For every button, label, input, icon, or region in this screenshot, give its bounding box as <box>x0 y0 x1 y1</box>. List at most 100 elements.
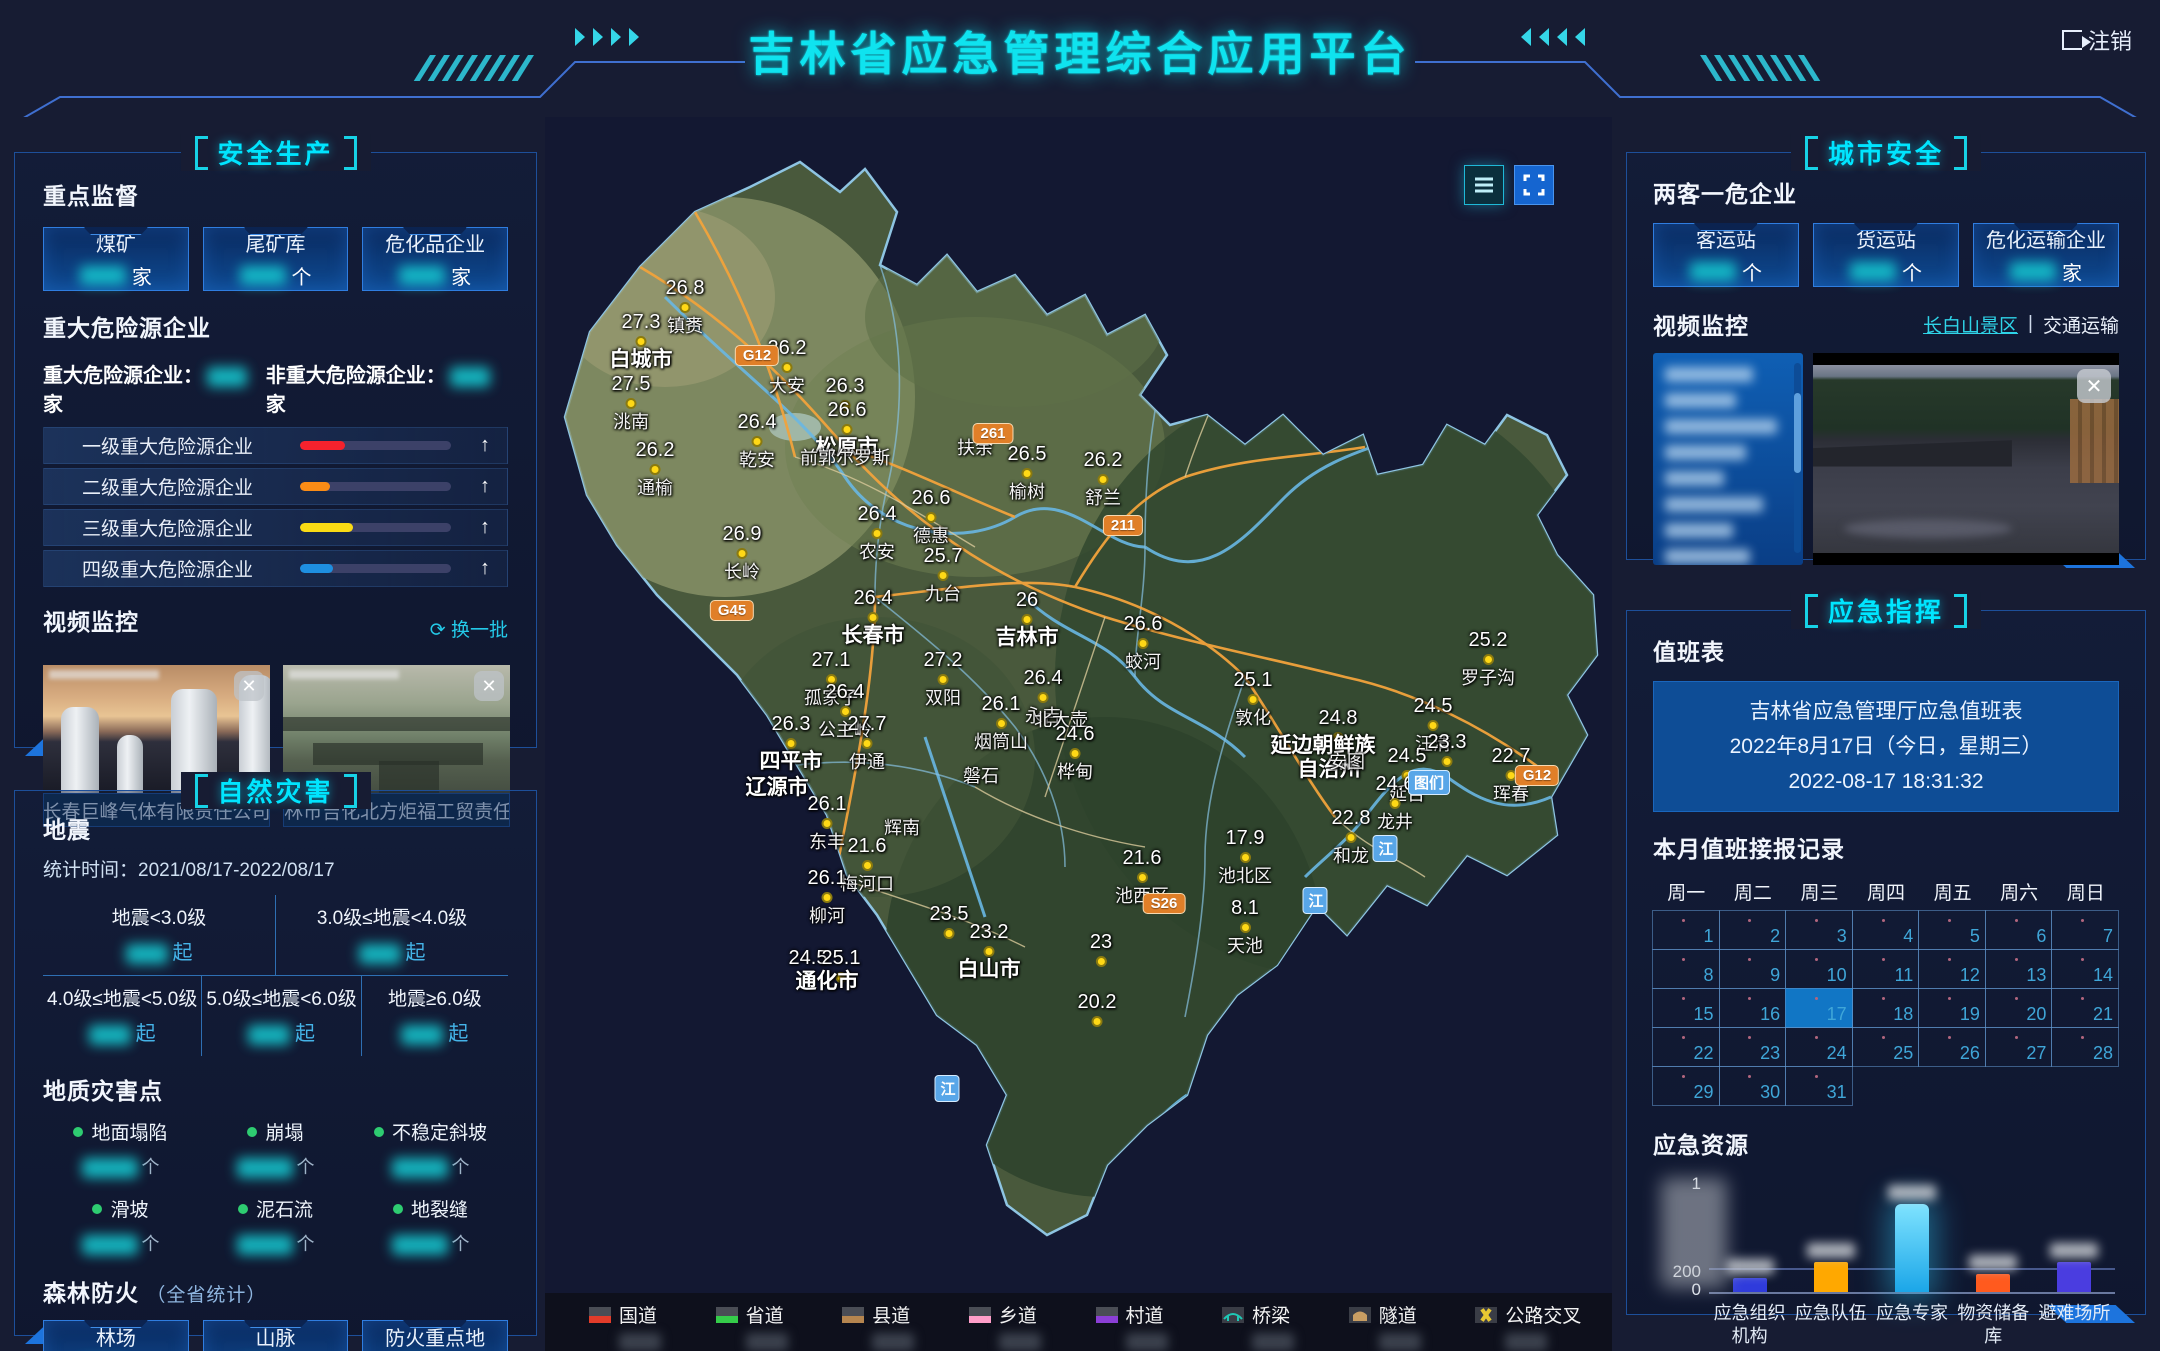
panel-natural-disaster: 自然灾害 地震 统计时间：2021/08/17-2022/08/17 地震<3.… <box>14 790 537 1336</box>
bracket-left <box>1805 594 1818 628</box>
calendar-day-number: 22 <box>1694 1043 1714 1064</box>
calendar-day-cell[interactable]: 15 <box>1652 988 1720 1028</box>
calendar-day-cell[interactable]: 6 <box>1985 910 2053 950</box>
enterprise-card[interactable]: 危化运输企业家 <box>1973 223 2119 287</box>
calendar-day-cell[interactable]: 26 <box>1918 1027 1986 1067</box>
censored-list-row <box>1665 549 1750 564</box>
calendar-day-cell[interactable]: 22 <box>1652 1027 1720 1067</box>
calendar-day-number: 13 <box>2026 965 2046 986</box>
calendar-day-cell[interactable]: 14 <box>2051 949 2119 989</box>
duty-schedule-box[interactable]: 吉林省应急管理厅应急值班表 2022年8月17日（今日，星期三） 2022-08… <box>1653 681 2119 812</box>
bridge-icon <box>1222 1307 1244 1323</box>
earthquake-unit: 起 <box>136 1023 156 1045</box>
hazard-counts: 重大危险源企业：家 非重大危险源企业：家 <box>43 359 508 417</box>
calendar-day-cell[interactable]: 10 <box>1785 949 1853 989</box>
censored-value <box>237 1158 293 1178</box>
refresh-batch-button[interactable]: ⟳ 换一批 <box>430 615 508 642</box>
geo-item-label: 地面塌陷 <box>91 1118 167 1145</box>
geo-item-head: 地裂缝 <box>353 1195 508 1222</box>
calendar-day-cell[interactable]: 24 <box>1785 1027 1853 1067</box>
earthquake-cell-value: 起 <box>366 1017 504 1046</box>
censored-axis-block <box>1661 1178 1727 1288</box>
calendar-day-cell[interactable]: 18 <box>1852 988 1920 1028</box>
road-badge: S26 <box>1143 893 1186 914</box>
province-map[interactable]: 26.8镇赉27.3白城市27.5洮南26.2大安26.326.6松原市前郭尔罗… <box>545 117 1612 1351</box>
earthquake-cell-label: 4.0级≤地震<5.0级 <box>47 984 197 1011</box>
map-layers-button[interactable] <box>1464 165 1504 205</box>
enterprise-card[interactable]: 客运站个 <box>1653 223 1799 287</box>
legend-item-head: 隧道 <box>1349 1301 1476 1328</box>
fullscreen-icon <box>1523 174 1545 196</box>
calendar-day-cell[interactable]: 30 <box>1719 1066 1787 1106</box>
calendar-day-cell[interactable]: 12 <box>1918 949 1986 989</box>
calendar-day-cell[interactable]: 5 <box>1918 910 1986 950</box>
calendar-day-cell[interactable]: 29 <box>1652 1066 1720 1106</box>
cross-icon <box>1475 1307 1497 1323</box>
duty-line-1: 吉林省应急管理厅应急值班表 <box>1664 694 2108 729</box>
forest-card[interactable]: 防火重点地处 <box>362 1320 508 1351</box>
link-transport[interactable]: 交通运输 <box>2043 311 2119 338</box>
calendar-day-cell[interactable]: 7 <box>2051 910 2119 950</box>
calendar-day-cell[interactable]: 1 <box>1652 910 1720 950</box>
calendar-day-cell[interactable]: 17 <box>1785 988 1853 1028</box>
link-changbaishan[interactable]: 长白山景区 <box>1923 311 2018 338</box>
calendar-day-cell[interactable]: 3 <box>1785 910 1853 950</box>
calendar-day-cell[interactable]: 21 <box>2051 988 2119 1028</box>
earthquake-cell: 3.0级≤地震<4.0级起 <box>275 895 508 975</box>
forest-card[interactable]: 林场处 <box>43 1320 189 1351</box>
calendar-day-cell[interactable]: 16 <box>1719 988 1787 1028</box>
weekday-label: 周二 <box>1720 878 1787 905</box>
forest-card[interactable]: 山脉处 <box>203 1320 349 1351</box>
close-icon[interactable]: ✕ <box>2077 369 2111 403</box>
calendar-day-cell[interactable]: 11 <box>1852 949 1920 989</box>
close-icon[interactable]: ✕ <box>474 671 504 701</box>
calendar-day-cell[interactable]: 20 <box>1985 988 2053 1028</box>
censored-legend-count <box>1505 1333 1547 1351</box>
tank-shape <box>117 735 143 793</box>
calendar-dot <box>1748 997 1751 1000</box>
calendar-day-cell[interactable]: 28 <box>2051 1027 2119 1067</box>
geo-item-label: 崩塌 <box>265 1118 303 1145</box>
page-title: 吉林省应急管理综合应用平台 <box>749 18 1412 84</box>
resources-bar-chart: 1 200 0 应急组织机构应急队伍应急专家物资储备库避难场所 <box>1653 1174 2119 1351</box>
calendar-day-cell[interactable]: 23 <box>1719 1027 1787 1067</box>
scrollbar-thumb[interactable] <box>1794 393 1801 473</box>
calendar-day-cell[interactable]: 9 <box>1719 949 1787 989</box>
enterprise-cards: 客运站个货运站个危化运输企业家 <box>1653 223 2119 287</box>
calendar-day-number: 17 <box>1827 1004 1847 1025</box>
close-icon[interactable]: ✕ <box>234 671 264 701</box>
geo-item-value: 个 <box>43 1153 198 1179</box>
enterprise-card[interactable]: 货运站个 <box>1813 223 1959 287</box>
supervision-card[interactable]: 尾矿库个 <box>203 227 349 291</box>
geo-item-label: 泥石流 <box>256 1195 313 1222</box>
river-tag: 江 <box>1303 887 1328 914</box>
earthquake-cell-label: 3.0级≤地震<4.0级 <box>280 903 504 930</box>
calendar-day-cell[interactable]: 2 <box>1719 910 1787 950</box>
supervision-card[interactable]: 煤矿家 <box>43 227 189 291</box>
city-video-player[interactable]: ✕ <box>1813 353 2119 565</box>
road-badge: G12 <box>735 345 779 366</box>
calendar-day-cell[interactable]: 25 <box>1852 1027 1920 1067</box>
calendar-day-cell[interactable]: 31 <box>1785 1066 1853 1106</box>
calendar-day-number: 6 <box>2036 926 2046 947</box>
stat-card-label: 危化品企业 <box>385 228 485 257</box>
stat-card-unit: 家 <box>2062 257 2082 286</box>
calendar-day-cell[interactable]: 19 <box>1918 988 1986 1028</box>
geo-item-head: 泥石流 <box>198 1195 353 1222</box>
map-fullscreen-button[interactable] <box>1514 165 1554 205</box>
key-supervision-heading: 重点监督 <box>43 177 508 211</box>
bracket-left <box>194 774 207 808</box>
supervision-card[interactable]: 危化品企业家 <box>362 227 508 291</box>
calendar-dot <box>1948 919 1951 922</box>
logout-button[interactable]: 注销 <box>2062 24 2132 56</box>
camera-list-censored[interactable] <box>1653 353 1803 565</box>
calendar-day-cell[interactable]: 8 <box>1652 949 1720 989</box>
calendar-day-number: 4 <box>1903 926 1913 947</box>
calendar-day-cell[interactable]: 27 <box>1985 1027 2053 1067</box>
calendar-day-cell[interactable]: 4 <box>1852 910 1920 950</box>
map-legend: 国道省道县道乡道村道桥梁隧道公路交叉 <box>545 1293 1612 1351</box>
calendar-dot <box>2015 1036 2018 1039</box>
calendar-day-cell[interactable]: 13 <box>1985 949 2053 989</box>
calendar-day-number: 21 <box>2093 1004 2113 1025</box>
calendar-dot <box>1815 1075 1818 1078</box>
